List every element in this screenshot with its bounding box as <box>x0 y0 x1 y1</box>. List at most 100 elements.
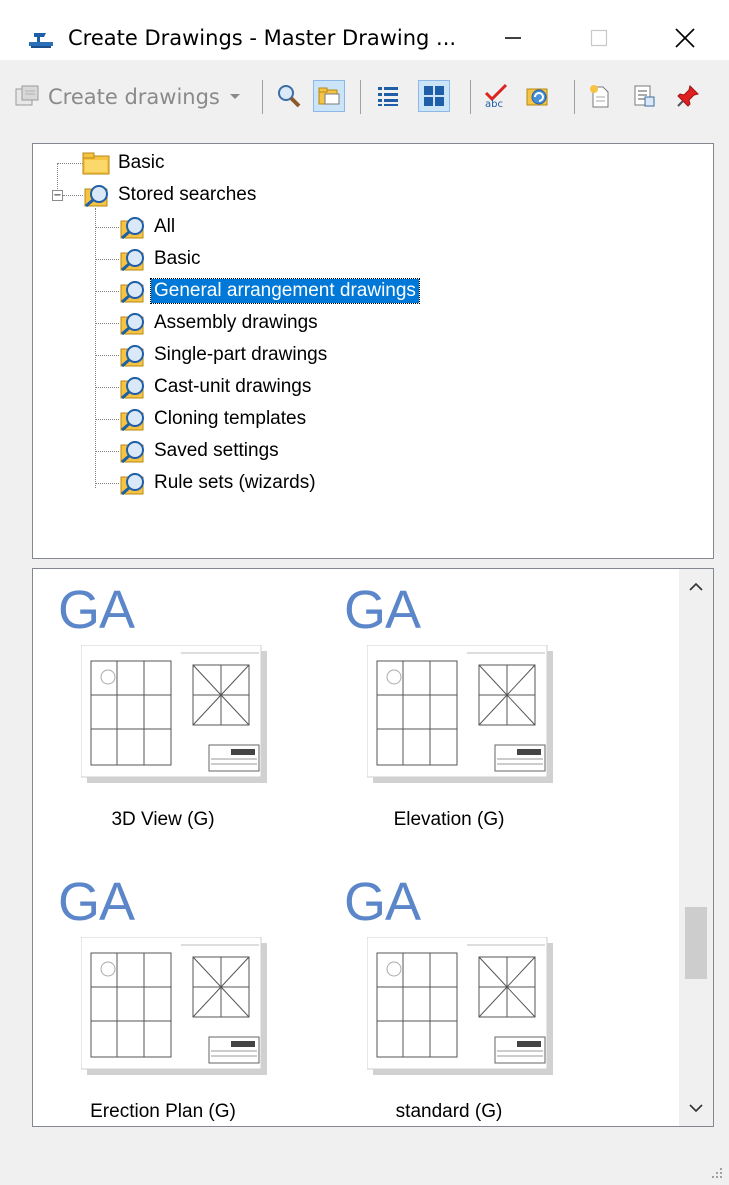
stored-search-icon <box>120 409 144 432</box>
tree-connector <box>95 355 119 356</box>
tree-item-basic-root[interactable]: Basic <box>81 148 167 178</box>
tree-connector <box>95 387 119 388</box>
stored-search-icon <box>120 377 144 400</box>
tree-item-stored-searches[interactable]: Stored searches <box>81 180 259 210</box>
drawing-thumbnail[interactable]: GA Elevation (G) <box>319 580 553 833</box>
scroll-up-button[interactable] <box>679 569 713 605</box>
properties-icon <box>634 85 655 107</box>
folder-view-button[interactable] <box>313 80 345 112</box>
tree-item-rule-sets-wizards[interactable]: Rule sets (wizards) <box>117 468 319 498</box>
tree-item-label: Rule sets (wizards) <box>154 472 316 493</box>
tree-connector <box>57 163 83 164</box>
tree-connector <box>95 227 119 228</box>
tree-item-label: Basic <box>154 248 201 269</box>
stored-search-icon <box>84 185 108 208</box>
list-view-button[interactable] <box>372 80 404 112</box>
chevron-up-icon <box>689 582 703 591</box>
scroll-down-button[interactable] <box>679 1090 713 1126</box>
window-title: Create Drawings - Master Drawing ... <box>68 26 457 50</box>
tree-item-single-part-drawings[interactable]: Single-part drawings <box>117 340 330 370</box>
tree-item-all[interactable]: All <box>117 212 178 242</box>
tree-item-label: Basic <box>118 152 165 173</box>
chevron-down-icon <box>229 94 240 99</box>
folder-icon <box>82 152 110 175</box>
minimize-icon <box>505 37 521 39</box>
tree-panel: − Basic Stored searches All Basic General … <box>32 143 714 559</box>
chevron-down-icon <box>689 1104 703 1113</box>
close-button[interactable] <box>660 18 710 58</box>
tree-item-assembly-drawings[interactable]: Assembly drawings <box>117 308 321 338</box>
folder-view-icon <box>318 87 340 105</box>
close-icon <box>675 28 695 48</box>
properties-button[interactable] <box>628 80 660 112</box>
tree-item-basic[interactable]: Basic <box>117 244 203 274</box>
thumbnail-caption: Erection Plan (G) <box>90 1101 236 1122</box>
tree-item-cast-unit-drawings[interactable]: Cast-unit drawings <box>117 372 314 402</box>
drawing-preview <box>81 645 267 783</box>
create-drawings-dropdown[interactable]: Create drawings <box>14 80 242 114</box>
maximize-button[interactable] <box>574 18 624 58</box>
tree-item-label: Saved settings <box>154 440 279 461</box>
tree-item-cloning-templates[interactable]: Cloning templates <box>117 404 309 434</box>
tekla-app-icon <box>29 33 53 48</box>
stored-search-icon <box>120 217 144 240</box>
drawing-thumbnail[interactable]: GA standard (G) <box>319 872 553 1125</box>
tree-item-label: Cast-unit drawings <box>154 376 312 397</box>
thumbnail-panel: GA 3D View (G) GA Elevation (G) GA Erection P… <box>32 568 714 1127</box>
collapse-toggle[interactable]: − <box>52 190 63 201</box>
title-bar: Create Drawings - Master Drawing ... <box>0 0 729 60</box>
list-view-icon <box>378 87 398 106</box>
tree-item-label: Cloning templates <box>154 408 307 429</box>
thumbnail-view-button[interactable] <box>418 80 450 112</box>
scrollbar-thumb[interactable] <box>685 907 707 979</box>
resize-grip-icon[interactable] <box>709 1165 723 1179</box>
thumbnail-caption: Elevation (G) <box>393 809 505 830</box>
search-icon <box>278 85 301 108</box>
minimize-button[interactable] <box>488 18 538 58</box>
ga-badge: GA <box>58 580 135 640</box>
tree-item-label: General arrangement drawings <box>150 278 420 304</box>
tree-connector <box>95 291 119 292</box>
drawing-thumbnail[interactable]: GA Erection Plan (G) <box>33 872 267 1125</box>
drawing-preview <box>81 937 267 1075</box>
toolbar-separator <box>262 80 263 114</box>
stored-search-icon <box>120 473 144 496</box>
tree-item-label: Stored searches <box>118 184 257 205</box>
spellcheck-button[interactable]: abc <box>480 80 512 112</box>
thumbnail-caption: standard (G) <box>395 1101 503 1122</box>
vertical-scrollbar[interactable] <box>679 569 713 1126</box>
thumbnail-caption: 3D View (G) <box>111 809 215 830</box>
tree-connector <box>95 419 119 420</box>
stored-search-icon <box>120 441 144 464</box>
new-button[interactable] <box>584 80 616 112</box>
maximize-icon <box>590 29 608 47</box>
stored-search-icon <box>120 345 144 368</box>
status-bar <box>0 1145 729 1185</box>
new-icon <box>590 85 609 108</box>
tree-connector <box>95 259 119 260</box>
tree-item-saved-settings[interactable]: Saved settings <box>117 436 282 466</box>
drawing-thumbnail[interactable]: GA 3D View (G) <box>33 580 267 833</box>
stored-search-icon <box>120 281 144 304</box>
stored-search-icon <box>120 313 144 336</box>
tree-connector <box>95 208 96 488</box>
tree-item-label: Assembly drawings <box>154 312 318 333</box>
ga-badge: GA <box>58 872 135 932</box>
drawing-preview <box>367 937 553 1075</box>
refresh-button[interactable] <box>522 80 554 112</box>
tree-item-label: All <box>154 216 176 237</box>
toolbar: Create drawings abc <box>0 72 729 122</box>
tree-connector <box>95 483 119 484</box>
svg-text:abc: abc <box>485 99 503 109</box>
tree-item-general-arrangement-drawings[interactable]: General arrangement drawings <box>117 276 420 306</box>
create-drawings-label: Create drawings <box>48 85 220 109</box>
tree-item-label: Single-part drawings <box>154 344 328 365</box>
ga-badge: GA <box>344 872 421 932</box>
search-button[interactable] <box>273 80 305 112</box>
toolbar-separator <box>360 80 361 114</box>
spellcheck-icon: abc <box>484 83 508 109</box>
refresh-icon <box>526 88 548 106</box>
stored-search-icon <box>120 249 144 272</box>
pin-button[interactable] <box>672 80 704 112</box>
ga-badge: GA <box>344 580 421 640</box>
